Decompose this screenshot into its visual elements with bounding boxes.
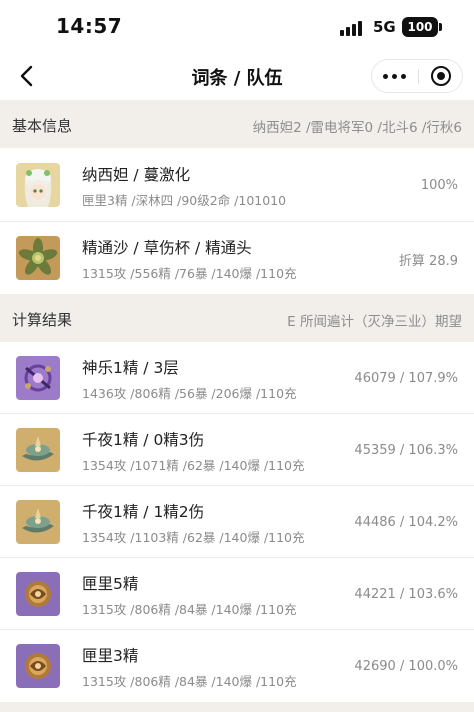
result-row[interactable]: 匣里3精 1315攻 /806精 /84暴 /140爆 /110充 42690 …	[0, 630, 474, 702]
status-bar: 14:57 5G 100	[0, 0, 474, 52]
weapon-stats: 1354攻 /1103精 /62暴 /140爆 /110充	[82, 530, 305, 545]
result-row[interactable]: 匣里5精 1315攻 /806精 /84暴 /140爆 /110充 44221 …	[0, 558, 474, 630]
weapon-result: 44486 / 104.2%	[354, 515, 458, 530]
artifact-set: 精通沙 / 草伤杯 / 精通头	[82, 239, 252, 257]
network-type: 5G	[373, 18, 396, 36]
weapon-name: 千夜1精 / 1精2伤	[82, 503, 205, 521]
weapon-stats: 1315攻 /806精 /84暴 /140爆 /110充	[82, 674, 297, 689]
weapon-stats: 1354攻 /1071精 /62暴 /140爆 /110充	[82, 458, 305, 473]
weapon-name: 匣里3精	[82, 647, 139, 665]
nav-bar: 词条 / 队伍	[0, 52, 474, 100]
team-composition[interactable]: 纳西妲2 /雷电将军0 /北斗6 /行秋6	[253, 116, 462, 136]
thousand-nights-weapon-icon	[16, 428, 60, 472]
thousand-nights-weapon-icon	[16, 500, 60, 544]
battery-tip	[439, 23, 442, 31]
artifact-stats: 1315攻 /556精 /76暴 /140爆 /110充	[82, 266, 297, 281]
character-stats: 匣里3精 /深林四 /90级2命 /101010	[82, 193, 287, 208]
bottom-strip	[0, 702, 474, 712]
basic-info-title: 基本信息	[12, 117, 73, 135]
signal-icon	[340, 20, 366, 36]
mappa-mare-weapon-icon	[16, 572, 60, 616]
character-value: 100%	[420, 178, 458, 193]
weapon-name: 匣里5精	[82, 575, 139, 593]
weapon-stats: 1315攻 /806精 /84暴 /140爆 /110充	[82, 602, 297, 617]
results-description[interactable]: E 所闻遍计（灭净三业）期望	[287, 310, 462, 330]
battery-icon: 100	[402, 17, 438, 37]
character-row[interactable]: 纳西妲 / 蔓激化 匣里3精 /深林四 /90级2命 /101010 100%	[0, 148, 474, 222]
weapon-result: 46079 / 107.9%	[354, 371, 458, 386]
results-title: 计算结果	[12, 311, 73, 329]
nahida-portrait	[16, 163, 60, 207]
close-circle-icon[interactable]	[419, 60, 463, 92]
result-row[interactable]: 神乐1精 / 3层 1436攻 /806精 /56暴 /206爆 /110充 4…	[0, 342, 474, 414]
results-header: 计算结果 E 所闻遍计（灭净三业）期望	[0, 294, 474, 342]
weapon-result: 42690 / 100.0%	[354, 659, 458, 674]
weapon-result: 45359 / 106.3%	[354, 443, 458, 458]
flower-artifact-icon	[16, 236, 60, 280]
more-dots-icon[interactable]	[372, 60, 418, 92]
status-time: 14:57	[56, 14, 123, 38]
character-name: 纳西妲 / 蔓激化	[82, 166, 191, 184]
result-row[interactable]: 千夜1精 / 1精2伤 1354攻 /1103精 /62暴 /140爆 /110…	[0, 486, 474, 558]
kagura-weapon-icon	[16, 356, 60, 400]
weapon-stats: 1436攻 /806精 /56暴 /206爆 /110充	[82, 386, 297, 401]
result-row[interactable]: 千夜1精 / 0精3伤 1354攻 /1071精 /62暴 /140爆 /110…	[0, 414, 474, 486]
basic-info-header: 基本信息 纳西妲2 /雷电将军0 /北斗6 /行秋6	[0, 100, 474, 148]
artifact-row[interactable]: 精通沙 / 草伤杯 / 精通头 1315攻 /556精 /76暴 /140爆 /…	[0, 222, 474, 294]
artifact-score: 折算 28.9	[398, 254, 458, 269]
mini-program-capsule	[371, 59, 463, 93]
weapon-result: 44221 / 103.6%	[354, 587, 458, 602]
weapon-name: 千夜1精 / 0精3伤	[82, 431, 205, 449]
mappa-mare-weapon-icon	[16, 644, 60, 688]
weapon-name: 神乐1精 / 3层	[82, 359, 179, 377]
